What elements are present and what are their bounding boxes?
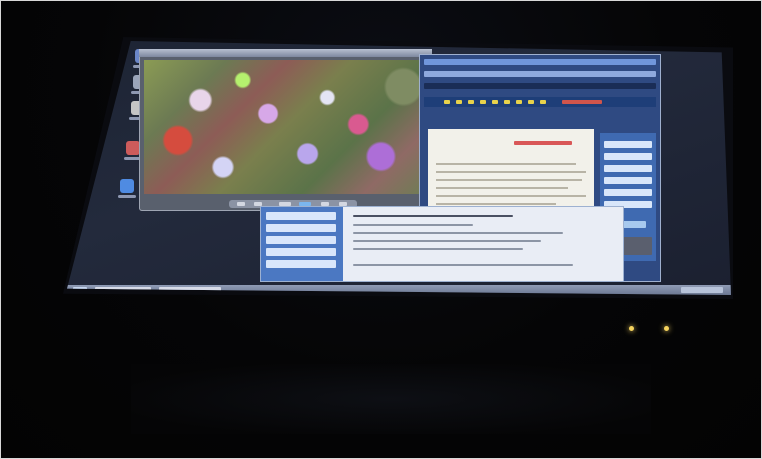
- nav-dot-icon[interactable]: [516, 100, 522, 104]
- sidebar-item[interactable]: [604, 141, 652, 148]
- menu-entry[interactable]: [266, 248, 336, 256]
- window-titlebar[interactable]: [139, 49, 432, 57]
- text-line: [353, 248, 523, 250]
- text-line: [436, 179, 582, 181]
- laptop-keyboard: [131, 364, 651, 434]
- left-menu-panel: [261, 207, 343, 281]
- menu-entry[interactable]: [266, 212, 336, 220]
- text-line: [436, 203, 556, 205]
- browser-icon[interactable]: [120, 179, 134, 193]
- system-tray[interactable]: [681, 287, 723, 293]
- flower-photo: [144, 60, 426, 194]
- text-line: [436, 163, 576, 165]
- navigation-strip: [424, 97, 656, 107]
- nav-dot-icon[interactable]: [480, 100, 486, 104]
- previous-icon[interactable]: [237, 202, 245, 206]
- sidebar-item[interactable]: [604, 177, 652, 184]
- page-heading: [514, 141, 572, 145]
- menu-entry[interactable]: [266, 224, 336, 232]
- nav-dot-icon[interactable]: [528, 100, 534, 104]
- sidebar-item[interactable]: [604, 153, 652, 160]
- content-heading-line: [353, 215, 513, 217]
- text-line: [436, 195, 586, 197]
- browser-address-bar[interactable]: [424, 71, 656, 77]
- nav-dot-icon[interactable]: [504, 100, 510, 104]
- desktop-label: [118, 195, 136, 198]
- laptop-screen: [67, 41, 731, 295]
- text-line: [353, 232, 563, 234]
- text-line: [353, 224, 473, 226]
- photo-frame: [0, 0, 762, 459]
- sidebar-item[interactable]: [604, 189, 652, 196]
- nav-highlight[interactable]: [562, 100, 602, 104]
- content-window[interactable]: [260, 206, 624, 282]
- text-line: [353, 264, 573, 266]
- browser-toolbar: [424, 83, 656, 89]
- folder-icon[interactable]: [126, 141, 140, 155]
- browser-titlebar[interactable]: [424, 59, 656, 65]
- photo-viewer-window[interactable]: [139, 49, 432, 211]
- sidebar-item[interactable]: [604, 165, 652, 172]
- nav-dot-icon[interactable]: [492, 100, 498, 104]
- nav-dot-icon[interactable]: [468, 100, 474, 104]
- nav-dot-icon[interactable]: [444, 100, 450, 104]
- menu-entry[interactable]: [266, 260, 336, 268]
- text-line: [436, 187, 568, 189]
- status-light: [664, 326, 669, 331]
- status-light: [629, 326, 634, 331]
- text-line: [353, 240, 541, 242]
- nav-dot-icon[interactable]: [456, 100, 462, 104]
- menu-entry[interactable]: [266, 236, 336, 244]
- nav-dot-icon[interactable]: [540, 100, 546, 104]
- text-line: [436, 171, 586, 173]
